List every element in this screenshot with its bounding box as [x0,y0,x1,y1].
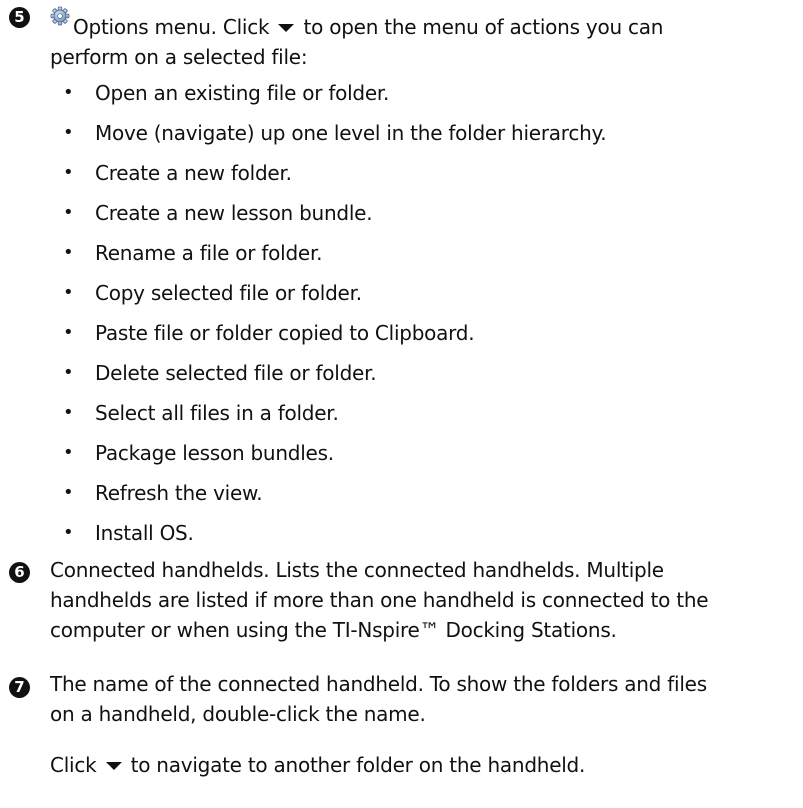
list-item: • Select all files in a folder. [50,393,606,433]
bullet: • [63,162,74,183]
callout-marker-5: 5 [9,7,30,28]
list-item-text: Refresh the view. [95,481,263,505]
bullet: • [63,482,74,503]
callout-marker-6: 6 [9,562,30,583]
list-item-text: Install OS. [95,521,194,545]
list-item: • Install OS. [50,513,606,553]
options-menu-description: Options menu. Click to open the menu of … [50,6,800,72]
options-menu-line-1: Options menu. Click to open the menu of … [50,6,800,42]
bullet: • [63,402,74,423]
paragraph-line: The name of the connected handheld. To s… [50,672,707,696]
paragraph-line: Click to navigate to another folder on t… [50,750,800,780]
bullet: • [63,202,74,223]
paragraph-line: Connected handhelds. Lists the connected… [50,558,664,582]
list-item: • Delete selected file or folder. [50,353,606,393]
list-item-text: Package lesson bundles. [95,441,334,465]
click-prefix-text: Click [50,753,97,777]
document-page: 5 Options menu. Click to open the menu o… [0,0,803,808]
caret-down-icon [105,762,122,770]
bullet: • [63,282,74,303]
bullet: • [63,82,74,103]
callout-marker-7: 7 [9,677,30,698]
caret-down-icon [278,24,295,32]
list-item: • Open an existing file or folder. [50,73,606,113]
list-item-text: Open an existing file or folder. [95,81,390,105]
list-item: • Move (navigate) up one level in the fol… [50,113,607,153]
list-item-text: Rename a file or folder. [95,241,323,265]
list-item-text: Select all files in a folder. [95,401,339,425]
list-item-text: Paste file or folder copied to Clipboard… [95,321,475,345]
list-item-text: Move (navigate) up one level in the fold… [95,121,607,145]
list-item: • Refresh the view. [50,473,606,513]
navigate-folder-instruction: Click to navigate to another folder on t… [50,750,800,780]
bullet: • [63,242,74,263]
bullet: • [63,362,74,383]
handheld-name-description: The name of the connected handheld. To s… [50,669,800,729]
list-item-text: Delete selected file or folder. [95,361,377,385]
list-item-text: Create a new lesson bundle. [95,201,373,225]
list-item: • Package lesson bundles. [50,433,606,473]
list-item: • Create a new folder. [50,153,606,193]
list-item: • Create a new lesson bundle. [50,193,606,233]
bullet: • [63,442,74,463]
paragraph-line: handhelds are listed if more than one ha… [50,588,709,612]
click-suffix-text: to navigate to another folder on the han… [130,753,586,777]
options-menu-actions-list: • Open an existing file or folder. • Move … [50,73,607,553]
list-item-text: Copy selected file or folder. [95,281,362,305]
bullet: • [63,322,74,343]
paragraph-line: computer or when using the TI-Nspire™ Do… [50,618,617,642]
paragraph-line: on a handheld, double-click the name. [50,702,426,726]
connected-handhelds-description: Connected handhelds. Lists the connected… [50,555,800,645]
options-menu-text-tail: to open the menu of actions you can [303,15,664,39]
list-item-text: Create a new folder. [95,161,292,185]
list-item: • Rename a file or folder. [50,233,606,273]
bullet: • [63,122,74,143]
list-item: • Copy selected file or folder. [50,273,606,313]
list-item: • Paste file or folder copied to Clipboar… [50,313,606,353]
bullet: • [63,522,74,543]
options-menu-text: Options menu. Click [73,15,270,39]
gear-icon [50,6,70,26]
options-menu-line-2: perform on a selected file: [50,45,308,69]
